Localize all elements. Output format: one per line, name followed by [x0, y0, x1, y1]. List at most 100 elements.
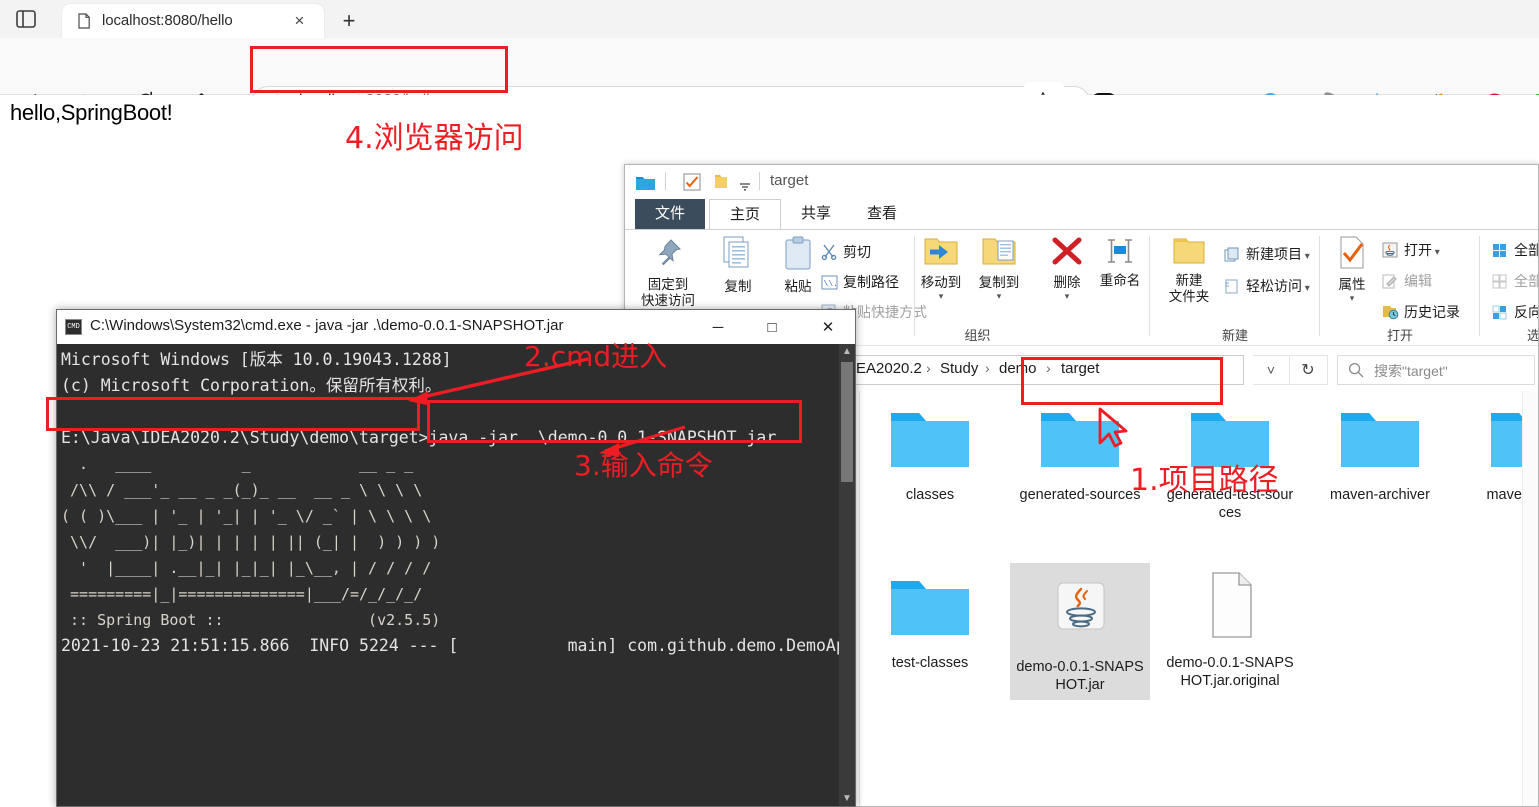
scroll-up-icon[interactable]: ▲ — [839, 344, 855, 360]
properties-button[interactable]: 属性 ▾ — [1326, 236, 1378, 304]
copy-path-label: 复制路径 — [843, 274, 899, 290]
search-input[interactable]: 搜索"target" — [1337, 355, 1535, 385]
new-folder-quick-icon[interactable] — [713, 173, 729, 195]
history-button[interactable]: 历史记录 — [1382, 302, 1460, 322]
select-all-button[interactable]: 全部选择 — [1492, 240, 1538, 260]
ribbon-group-organize-2-label — [1040, 329, 1150, 344]
tab-share[interactable]: 共享 — [783, 199, 849, 229]
folder-icon — [891, 581, 969, 635]
invert-selection-label: 反向选择 — [1514, 304, 1538, 320]
ribbon-group-organize-2: 删除 ▾ 重命名 — [1040, 230, 1150, 346]
pin-to-quick-access-button[interactable]: 固定到 快速访问 — [639, 236, 697, 309]
edit-label: 编辑 — [1404, 273, 1432, 289]
file-name: demo-0.0.1-SNAPSHOT.jar.original — [1166, 655, 1294, 689]
browser-tab[interactable]: localhost:8080/hello × — [62, 4, 324, 38]
cmd-line-2: (c) Microsoft Corporation。保留所有权利。 — [61, 376, 442, 395]
delete-label: 删除 — [1053, 275, 1081, 290]
cmd-line-1: Microsoft Windows [版本 10.0.19043.1288] — [61, 350, 452, 369]
spring-boot-ascii-banner: . ____ _ __ _ _ /\\ / ___'_ __ _ _(_)_ _… — [61, 455, 441, 603]
invert-selection-button[interactable]: 反向选择 — [1492, 302, 1538, 322]
rename-button[interactable]: 重命名 — [1092, 236, 1148, 289]
new-item-button[interactable]: 新建项目 ▾ — [1224, 244, 1310, 264]
properties-label: 属性 — [1338, 277, 1366, 292]
tab-home[interactable]: 主页 — [709, 199, 781, 229]
select-none-button[interactable]: 全部取消 — [1492, 271, 1538, 291]
folder-icon — [1341, 413, 1419, 467]
cut-button[interactable]: 剪切 — [821, 242, 871, 262]
delete-button[interactable]: 删除 ▾ — [1040, 236, 1094, 302]
history-label: 历史记录 — [1404, 304, 1460, 320]
file-item-demo-jar[interactable]: demo-0.0.1-SNAPSHOT.jar — [1010, 563, 1150, 700]
ribbon-group-new: 新建 文件夹 新建项目 ▾ 轻松访问 ▾ 新建 — [1150, 230, 1320, 346]
new-item-label: 新建项目 — [1246, 246, 1302, 262]
easy-access-button[interactable]: 轻松访问 ▾ — [1224, 276, 1310, 296]
generic-file-icon — [1212, 572, 1252, 638]
cmd-window-title: C:\Windows\System32\cmd.exe - java -jar … — [90, 317, 564, 334]
chevron-down-icon[interactable] — [739, 178, 751, 196]
close-button[interactable]: ✕ — [805, 310, 851, 344]
cmd-scrollbar[interactable]: ▲ ▼ — [839, 344, 855, 806]
ribbon-group-open: 属性 ▾ 打开 ▾ 编辑 历史记录 打开 — [1320, 230, 1480, 346]
breadcrumb-dropdown-icon[interactable]: ˅ — [1253, 355, 1290, 385]
minimize-button[interactable]: ─ — [695, 310, 741, 344]
ribbon-group-new-label: 新建 — [1221, 328, 1248, 343]
ribbon-group-organize: 移动到 ▾ 复制到 ▾ 组织 — [915, 230, 1040, 346]
explorer-titlebar: target — [625, 165, 1538, 199]
annotation-arrow-3 — [599, 425, 686, 457]
cmd-icon: CMD — [65, 319, 82, 335]
file-item-maven-archiver[interactable]: maven-archiver — [1310, 403, 1450, 504]
maximize-button[interactable]: □ — [749, 310, 795, 344]
breadcrumb-sep-1[interactable]: › — [926, 360, 931, 376]
file-item-test-classes[interactable]: test-classes — [860, 571, 1000, 672]
copy-to-button[interactable]: 复制到 ▾ — [971, 236, 1027, 302]
cmd-scroll-thumb[interactable] — [841, 362, 853, 482]
titlebar-divider-1 — [665, 172, 666, 190]
annotation-4: 4.浏览器访问 — [345, 121, 524, 156]
copy-path-icon: \\.. — [821, 275, 843, 291]
tab-view[interactable]: 查看 — [849, 199, 915, 229]
search-icon — [1348, 362, 1364, 383]
copy-button[interactable]: 复制 — [709, 236, 767, 295]
explorer-window-title: target — [770, 172, 809, 189]
file-item-classes[interactable]: classes — [860, 403, 1000, 504]
svg-text:\\..: \\.. — [824, 280, 839, 289]
scroll-down-icon[interactable]: ▼ — [839, 791, 855, 806]
move-to-button[interactable]: 移动到 ▾ — [913, 236, 969, 302]
annotation-cursor-1 — [1098, 407, 1128, 448]
easy-access-label: 轻松访问 — [1246, 278, 1302, 294]
new-folder-label: 新建 文件夹 — [1168, 273, 1210, 304]
ribbon-group-open-label: 打开 — [1386, 328, 1413, 343]
spring-boot-version-line: :: Spring Boot :: (v2.5.5) — [61, 611, 441, 629]
file-item-demo-jar-original[interactable]: demo-0.0.1-SNAPSHOT.jar.original — [1160, 567, 1300, 690]
paste-button[interactable]: 粘贴 — [769, 236, 827, 295]
explorer-file-pane[interactable]: classes generated-sources generated-test… — [860, 391, 1538, 806]
properties-quick-icon[interactable] — [683, 173, 701, 196]
copy-to-label: 复制到 — [978, 275, 1020, 290]
explorer-scrollbar[interactable] — [1522, 391, 1538, 806]
annotation-arrow-2 — [408, 357, 589, 405]
close-icon[interactable]: × — [291, 12, 308, 29]
browser-tab-title: localhost:8080/hello — [102, 12, 233, 29]
explorer-refresh-icon[interactable]: ↻ — [1289, 355, 1328, 385]
tab-file[interactable]: 文件 — [635, 199, 705, 229]
java-open-icon — [1382, 242, 1400, 258]
explorer-folder-icon — [635, 174, 656, 196]
new-tab-button[interactable]: + — [336, 8, 362, 34]
ribbon-group-select-label: 选择 — [1526, 328, 1539, 343]
file-name: classes — [905, 487, 955, 503]
file-name: generated-sources — [1019, 487, 1141, 503]
breadcrumb-sep-2[interactable]: › — [985, 360, 990, 376]
breadcrumb-item-2[interactable]: Study — [940, 360, 978, 377]
rename-label: 重命名 — [1099, 273, 1141, 288]
open-button[interactable]: 打开 ▾ — [1382, 240, 1440, 260]
cmd-log-1: 2021-10-23 21:51:15.866 INFO 5224 --- [ … — [61, 636, 856, 655]
paste-label: 粘贴 — [784, 279, 812, 294]
new-folder-button[interactable]: 新建 文件夹 — [1160, 236, 1218, 305]
edit-pencil-icon — [1382, 274, 1400, 290]
explorer-ribbon-tabs: 文件 主页 共享 查看 — [625, 199, 1538, 229]
edit-button[interactable]: 编辑 — [1382, 271, 1432, 291]
tab-list-icon[interactable] — [12, 6, 40, 32]
select-all-icon — [1492, 243, 1510, 259]
copy-path-button[interactable]: \\.. 复制路径 — [821, 272, 899, 292]
annotation-box-prompt-path — [46, 397, 420, 431]
